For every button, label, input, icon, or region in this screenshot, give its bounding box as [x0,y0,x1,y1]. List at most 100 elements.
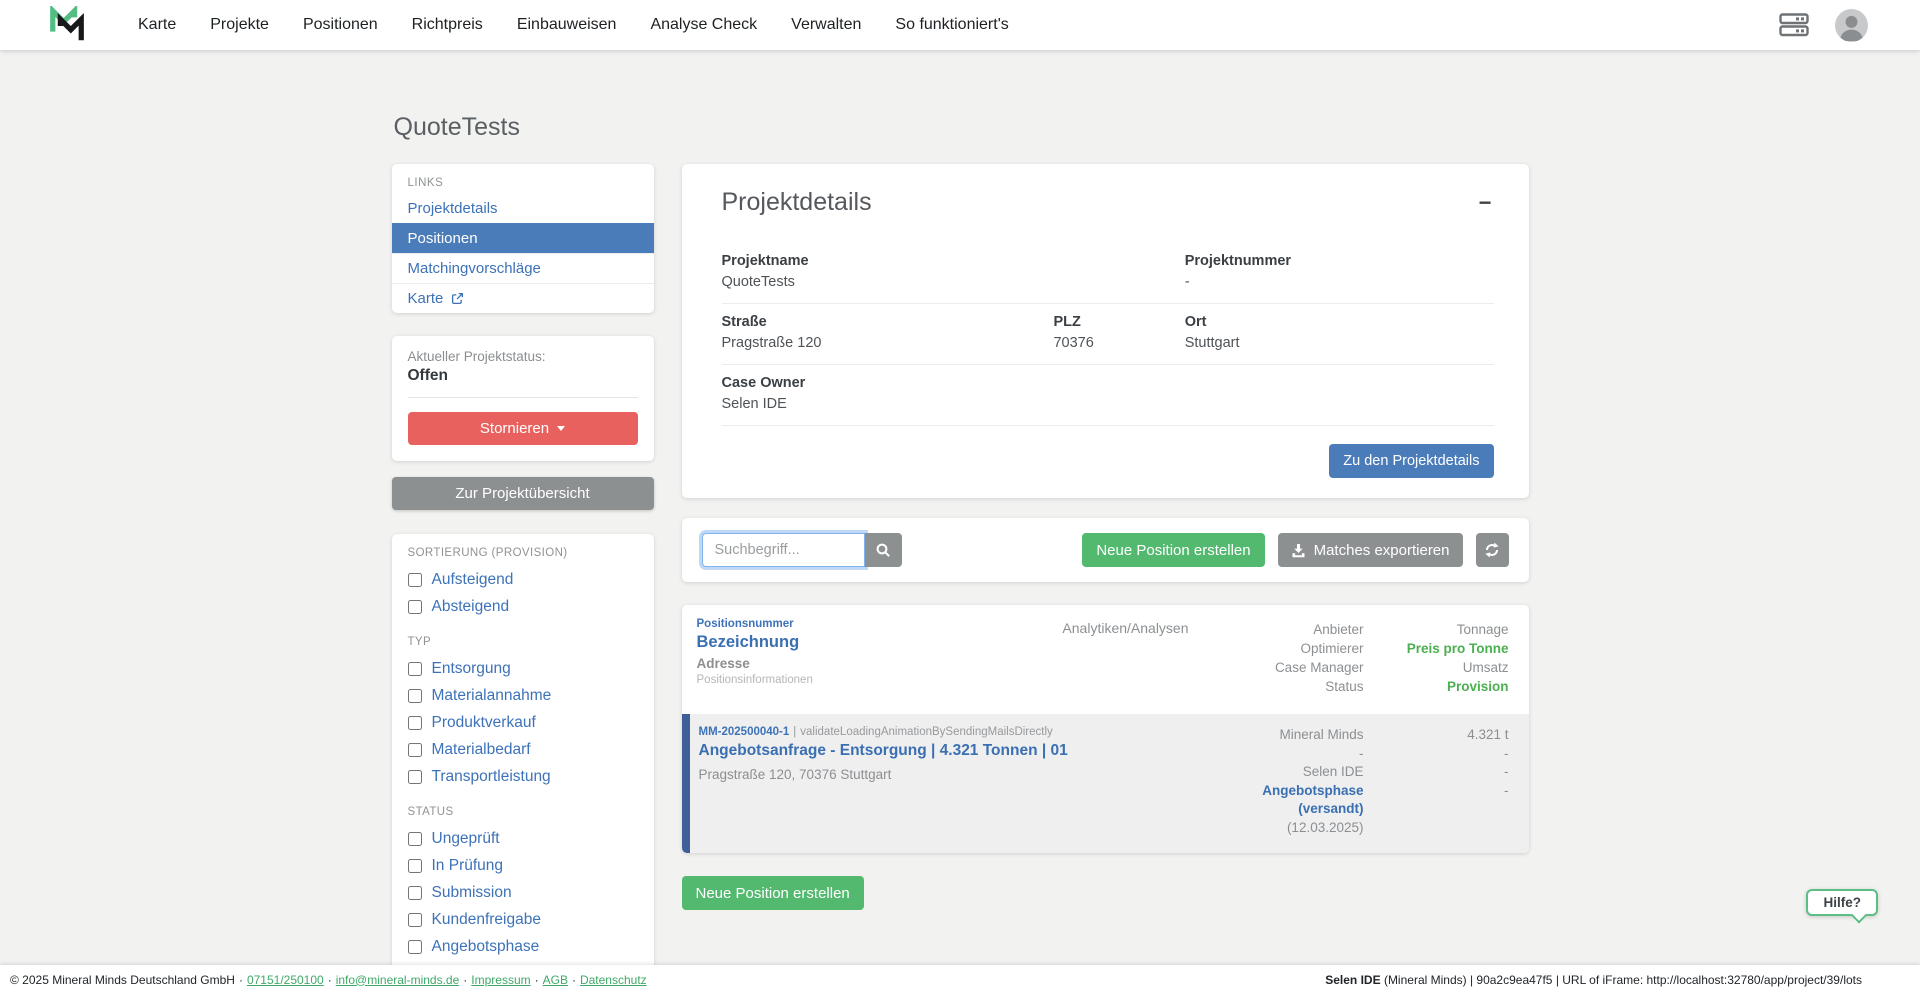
download-icon [1292,543,1305,557]
filter-option-aufsteigend[interactable]: Aufsteigend [407,566,638,593]
checkbox[interactable] [407,661,422,676]
row-status: Angebotsphase [1262,782,1364,798]
new-position-bottom-button[interactable]: Neue Position erstellen [681,876,864,910]
footer-separator: · [463,972,468,987]
go-to-project-details-button[interactable]: Zu den Projektdetails [1329,444,1494,478]
mineral-minds-logo[interactable] [48,6,86,44]
field-value-strasse: Pragstraße 120 [721,335,822,351]
checkbox[interactable] [407,858,422,873]
footer-impressum-link[interactable]: Impressum [471,973,530,987]
filter-option-label: In Prüfung [431,856,504,874]
project-details-card: Projektdetails − Projektname QuoteTests … [681,164,1529,498]
field-label-plz: PLZ [1053,314,1081,330]
nav-item-einbauweisen[interactable]: Einbauweisen [517,0,617,50]
project-overview-button[interactable]: Zur Projektübersicht [391,477,654,510]
user-avatar-icon[interactable] [1835,8,1868,42]
nav-item-analyse-check[interactable]: Analyse Check [650,0,757,50]
footer-user-name: Selen IDE [1325,972,1381,987]
position-number[interactable]: MM-202500040-1 [699,726,790,738]
checkbox[interactable] [407,572,422,587]
field-label-projektname: Projektname [721,253,809,269]
checkbox[interactable] [407,885,422,900]
filter-card: SORTIERUNG (PROVISION) Aufsteigend Abste… [391,534,654,994]
checkbox[interactable] [407,831,422,846]
filter-option-produktverkauf[interactable]: Produktverkauf [407,709,638,736]
search-input[interactable] [701,533,865,567]
filter-option-in-pruefung[interactable]: In Prüfung [407,852,638,879]
separator: | [793,726,797,738]
filter-option-label: Produktverkauf [431,713,536,731]
checkbox[interactable] [407,715,422,730]
footer: © 2025 Mineral Minds Deutschland GmbH · … [0,965,1920,994]
footer-separator: · [571,972,576,987]
project-status-card: Aktueller Projektstatus: Offen Storniere… [391,336,654,461]
row-umsatz: - [1504,764,1509,779]
search-toolbar-card: Neue Position erstellen Matches exportie… [681,518,1529,582]
position-row[interactable]: MM-202500040-1 | validateLoadingAnimationB… [681,714,1529,853]
sidebar-item-projektdetails[interactable]: Projektdetails [392,194,654,223]
header-analytiken: Analytiken/Analysen [1062,620,1189,636]
nav-item-positionen[interactable]: Positionen [303,0,378,50]
filter-option-absteigend[interactable]: Absteigend [407,593,638,620]
footer-session-info: Selen IDE (Mineral Minds) | 90a2c9ea47f5… [1325,973,1862,987]
sidebar-item-matchingvorschlaege[interactable]: Matchingvorschläge [391,253,654,283]
checkbox[interactable] [407,939,422,954]
caret-down-icon [557,426,566,431]
filter-option-submission[interactable]: Submission [407,879,638,906]
filter-option-materialannahme[interactable]: Materialannahme [407,682,638,709]
sidebar-item-karte[interactable]: Karte [391,283,654,313]
sidebar-item-label: Projektdetails [407,200,498,217]
footer-email-link[interactable]: info@mineral-minds.de [336,973,460,987]
details-card-title: Projektdetails [721,188,872,216]
checkbox[interactable] [407,912,422,927]
filter-option-label: Kundenfreigabe [431,910,541,928]
filter-option-angebotsphase[interactable]: Angebotsphase [407,933,638,960]
refresh-button[interactable] [1475,533,1509,567]
export-matches-button[interactable]: Matches exportieren [1277,533,1463,567]
header-case-manager: Case Manager [1274,660,1364,675]
collapse-card-button[interactable]: − [1477,188,1494,218]
footer-phone-link[interactable]: 07151/250100 [247,973,324,987]
checkbox[interactable] [407,599,422,614]
main-menu: Karte Projekte Positionen Richtpreis Ein… [138,0,1009,50]
footer-datenschutz-link[interactable]: Datenschutz [580,973,647,987]
footer-session-detail: (Mineral Minds) | 90a2c9ea47f5 | URL of … [1380,972,1862,987]
filter-option-materialbedarf[interactable]: Materialbedarf [407,736,638,763]
header-bezeichnung[interactable]: Bezeichnung [697,633,989,652]
checkbox[interactable] [407,742,422,757]
header-anbieter: Anbieter [1313,622,1364,637]
filter-option-transportleistung[interactable]: Transportleistung [407,763,638,790]
checkbox[interactable] [407,769,422,784]
page-title: QuoteTests [393,113,520,141]
export-button-label: Matches exportieren [1313,541,1450,559]
filter-option-ungeprueft[interactable]: Ungeprüft [407,825,638,852]
row-status-detail: (versandt) [1298,801,1364,816]
field-label-case-owner: Case Owner [721,375,806,391]
nav-item-so-funktionierts[interactable]: So funktioniert's [895,0,1008,50]
filter-option-label: Aufsteigend [431,570,514,588]
filter-section-header: SORTIERUNG (PROVISION) [407,547,568,559]
search-button[interactable] [864,533,902,567]
filter-option-kundenfreigabe[interactable]: Kundenfreigabe [407,906,638,933]
field-value-ort: Stuttgart [1184,335,1240,351]
nav-item-karte[interactable]: Karte [138,0,176,50]
help-button[interactable]: Hilfe? [1806,889,1878,916]
filter-option-entsorgung[interactable]: Entsorgung [407,655,638,682]
nav-item-verwalten[interactable]: Verwalten [791,0,861,50]
nav-item-richtpreis[interactable]: Richtpreis [412,0,483,50]
new-position-button[interactable]: Neue Position erstellen [1082,533,1265,567]
footer-agb-link[interactable]: AGB [543,973,568,987]
header-tonnage: Tonnage [1456,622,1509,637]
nav-item-projekte[interactable]: Projekte [210,0,269,50]
checkbox[interactable] [407,688,422,703]
footer-separator: · [534,972,539,987]
cancel-button-label: Stornieren [479,420,550,437]
position-name-link[interactable]: Angebotsanfrage - Entsorgung | 4.321 Ton… [699,742,1189,760]
server-list-icon[interactable] [1779,13,1809,37]
cancel-project-button[interactable]: Stornieren [407,412,638,445]
field-value-plz: 70376 [1053,335,1094,351]
filter-option-label: Ungeprüft [431,829,500,847]
sidebar-item-positionen[interactable]: Positionen [391,223,654,253]
row-tonnage: 4.321 t [1467,727,1509,742]
row-status-date: (12.03.2025) [1286,819,1364,835]
